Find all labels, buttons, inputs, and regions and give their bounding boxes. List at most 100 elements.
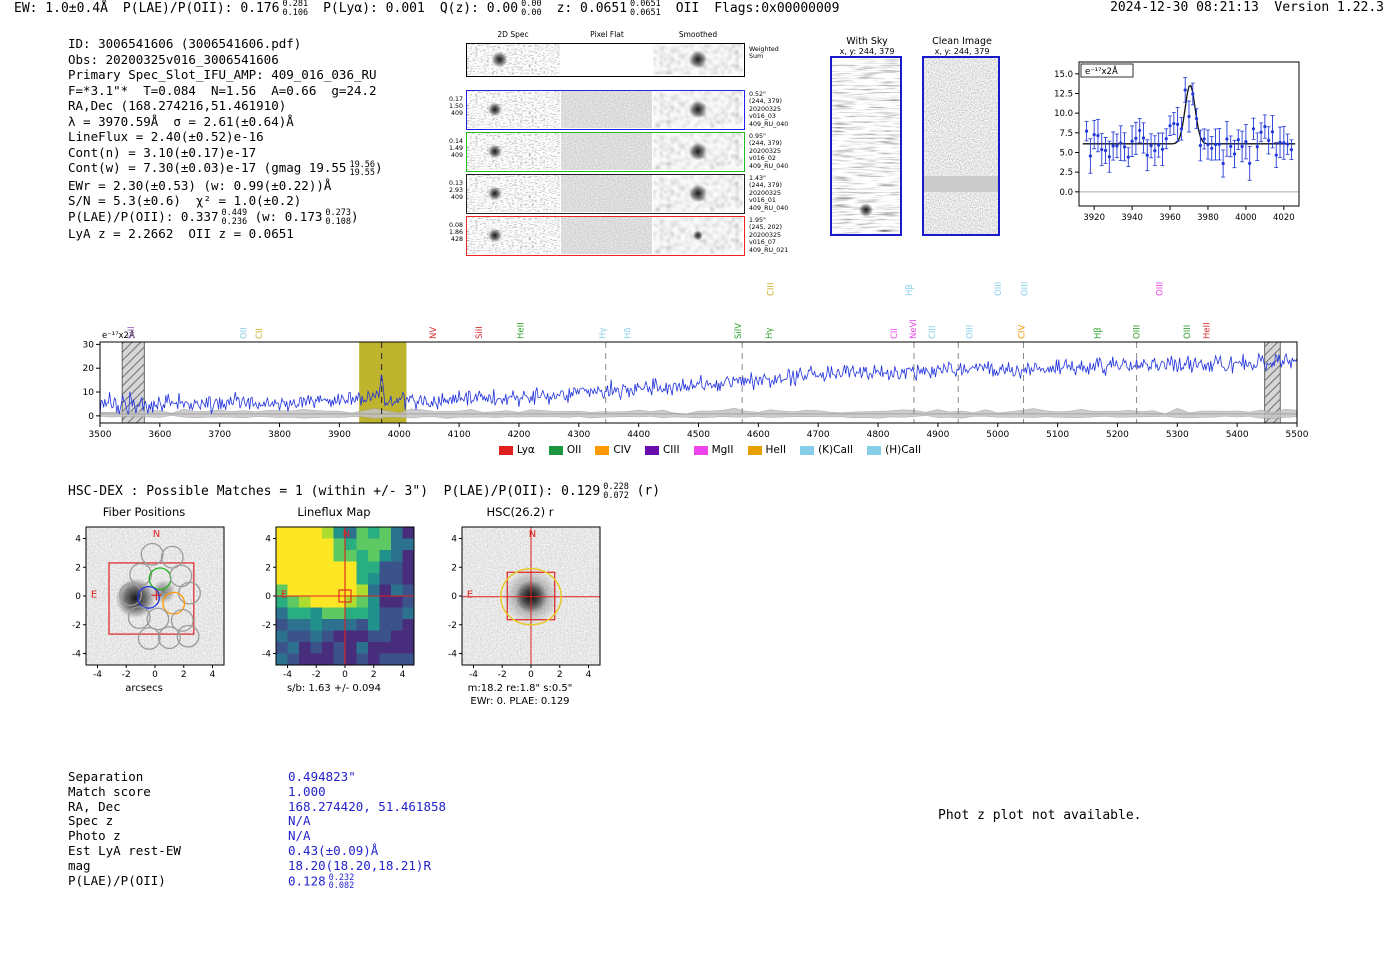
div-element: 20200325 <box>749 105 782 113</box>
header-item: P(LAE)/P(OII): 0.176 0.281 0.106 <box>123 0 308 17</box>
rect-element <box>310 538 323 551</box>
rect-element <box>391 527 403 539</box>
spectrum-legend: Lyα OII CIV CIII MgII HeII (K)CaII (H)CaII <box>430 444 990 456</box>
cutout-title: Lineflux Map <box>297 505 371 519</box>
cutout-image: -4 -4 -2 -2 0 0 2 2 4 4 N E <box>262 526 415 680</box>
div-element: v016_01 <box>749 197 776 205</box>
div-element: 0.52" <box>749 91 766 98</box>
div-element: 0.13 <box>448 180 463 187</box>
rect-element <box>322 619 334 631</box>
rect-element <box>402 653 415 666</box>
rect-element <box>333 653 346 666</box>
info-segment: P(LAE)/P(OII): 0.337 0.449 0.236 <box>68 209 248 227</box>
match-value: N/A <box>288 813 311 829</box>
full-spectrum-plot: 3500 3600 3700 3800 3900 4000 4100 4200 4300 4400… <box>83 282 1309 440</box>
match-table: Separation 0.494823" Match score 1.000 RA, D… <box>68 769 446 891</box>
div-element: 409 <box>450 110 463 118</box>
compass-east: E <box>467 590 473 601</box>
rect-element <box>391 584 403 597</box>
rect-element <box>391 619 403 631</box>
rect-element <box>924 58 998 234</box>
text-element: 3600 <box>148 430 171 440</box>
compass-east: E <box>91 590 97 601</box>
circle-element <box>1289 148 1294 152</box>
div-element: 0.08 <box>448 222 463 229</box>
circle-element <box>689 100 707 119</box>
rect-element <box>368 607 380 620</box>
span-element: (K)CaII <box>818 444 854 456</box>
text-element: 0 <box>265 592 271 602</box>
circle-element <box>1183 88 1187 92</box>
cutout-row: Fiber Positions -4 -4 -2 -2 0 0 2 2 4 4 N Earcsecs Li… <box>56 505 676 740</box>
rect-element <box>391 642 403 654</box>
text-element: 2.5 <box>1059 168 1073 178</box>
rect-element <box>368 527 380 539</box>
text-element: 10 <box>83 388 95 398</box>
rect-element <box>345 653 357 666</box>
match-value: N/A <box>288 828 311 844</box>
stacked-uncertainty: 0.281 0.106 <box>282 0 308 17</box>
rect-element <box>345 561 357 574</box>
text-element: 4020 <box>1273 213 1295 223</box>
div-element: (244, 379) <box>749 182 782 190</box>
span-element: Cont(w) = 7.30(±0.03)e-17 (gmag 19.55 <box>68 160 347 175</box>
text-element: 5200 <box>1106 430 1129 440</box>
circle-element <box>1213 142 1218 147</box>
circle-element <box>1107 155 1111 159</box>
rect-element <box>368 653 380 666</box>
rect-element <box>467 133 560 170</box>
text-element: 4 <box>210 670 216 679</box>
rect-element <box>467 91 560 128</box>
rect-element <box>391 538 403 551</box>
span-element: N/A <box>288 813 311 829</box>
circle-element <box>1138 128 1142 133</box>
circle-element <box>1191 92 1195 96</box>
text-element: 2 <box>181 670 187 679</box>
circle-element <box>1149 144 1153 148</box>
rect-element <box>379 642 392 654</box>
rect-element <box>310 607 323 620</box>
span-element: 0.236 <box>221 216 248 227</box>
circle-element <box>1267 138 1271 142</box>
rect-element <box>379 653 392 666</box>
emission-line-label: Hβ <box>905 284 915 296</box>
compass-north: N <box>343 529 350 540</box>
text-element: -2 <box>312 670 321 679</box>
emission-line-label: Hγ <box>599 328 609 339</box>
svg-element <box>467 175 560 212</box>
svg-element <box>467 91 560 128</box>
rect-element <box>356 538 369 551</box>
rect-element <box>276 573 288 585</box>
match-label: P(LAE)/P(OII) <box>68 872 166 888</box>
match-value: 168.274420, 51.461858 <box>288 799 446 815</box>
rect-element <box>310 642 323 654</box>
info-segment: Primary Spec_Slot_IFU_AMP: 409_016_036_R… <box>68 67 377 82</box>
circle-element <box>1164 137 1168 141</box>
rect-element <box>402 584 415 597</box>
legend-item: (K)CaII <box>800 444 853 456</box>
text-element: 3700 <box>208 430 231 440</box>
text-element: 4000 <box>1235 213 1257 223</box>
text-element: 3980 <box>1197 213 1219 223</box>
with-sky-title: With Sky <box>846 36 888 47</box>
rect-element <box>322 642 334 654</box>
emission-line-label: Hδ <box>623 327 633 339</box>
rect-element <box>287 573 300 585</box>
circle-element <box>491 51 508 68</box>
text-element: -4 <box>93 670 102 679</box>
rect-element <box>356 596 369 608</box>
emission-line-label: SiIV <box>734 323 744 339</box>
rect-element <box>310 630 323 643</box>
rect-element <box>368 538 380 551</box>
emission-line-label: OIII <box>966 325 976 339</box>
emission-line-label: OII <box>240 327 250 339</box>
rect-element <box>379 584 392 597</box>
rect-element <box>379 596 392 608</box>
circle-element <box>1286 142 1290 146</box>
emission-line-label: NV <box>429 327 439 339</box>
text-element: 4600 <box>747 430 770 440</box>
text-element: 3920 <box>1083 213 1105 223</box>
rect-element <box>322 573 334 585</box>
rect-element <box>310 550 323 562</box>
spec2d-col-header: 2D Spec <box>497 30 529 39</box>
